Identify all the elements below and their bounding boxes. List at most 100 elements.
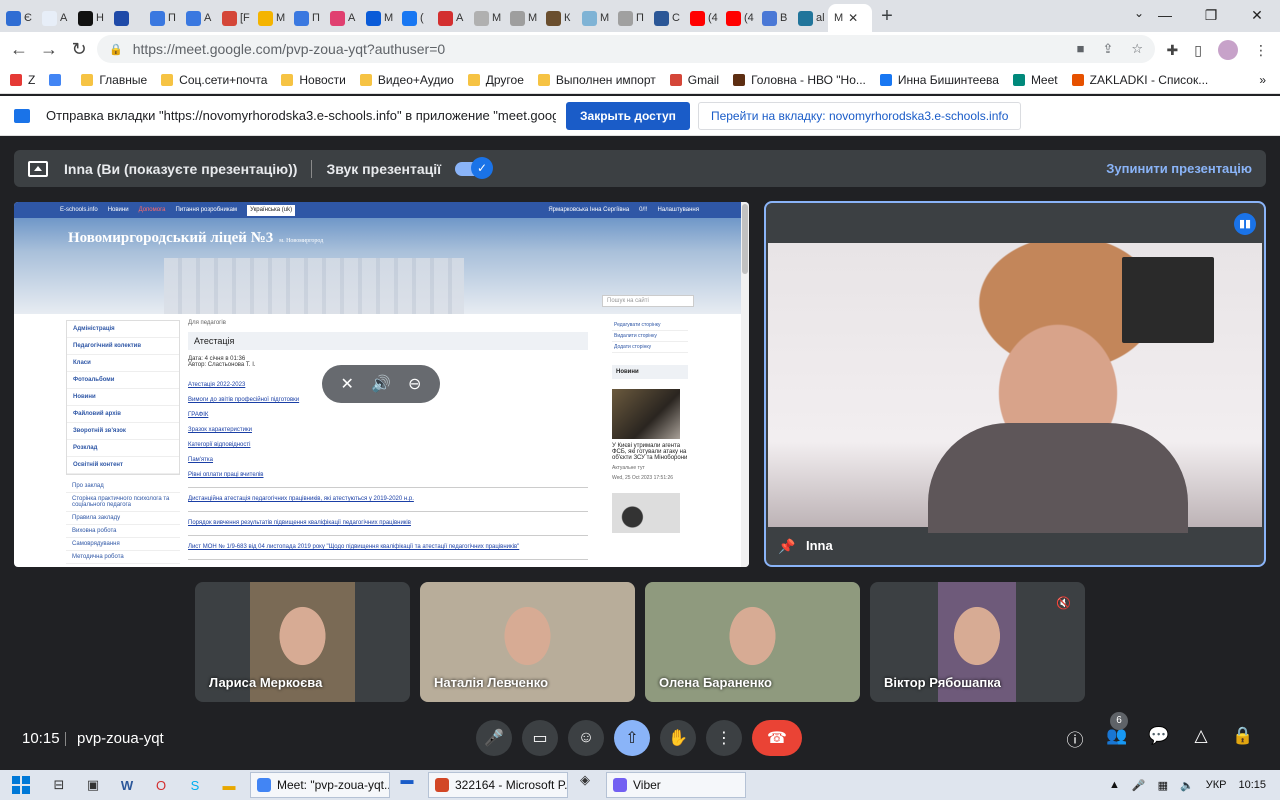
- browser-tab[interactable]: С: [648, 4, 684, 32]
- browser-tab[interactable]: (: [396, 4, 432, 32]
- site-document-link[interactable]: Зразок характеристики: [188, 427, 588, 433]
- extensions-icon[interactable]: ✚: [1167, 42, 1179, 59]
- present-button[interactable]: ⇧: [614, 720, 650, 756]
- reload-icon[interactable]: ↻: [64, 39, 94, 60]
- browser-tab[interactable]: П: [612, 4, 648, 32]
- bookmark-item[interactable]: Meet: [1012, 73, 1058, 87]
- pinned-app-icon[interactable]: ▬: [390, 772, 424, 798]
- browser-tab[interactable]: [108, 4, 144, 32]
- taskbar-app[interactable]: 322164 - Microsoft P...: [428, 772, 568, 798]
- news-image[interactable]: [612, 389, 680, 439]
- address-bar[interactable]: 🔒 https://meet.google.com/pvp-zoua-yqt?a…: [97, 35, 1155, 63]
- task-view-icon[interactable]: ⊟: [42, 777, 76, 793]
- language-indicator[interactable]: УКР: [1206, 779, 1227, 791]
- site-unread[interactable]: 0/!!: [639, 207, 647, 213]
- camera-button[interactable]: ▭: [522, 720, 558, 756]
- browser-tab[interactable]: [F: [216, 4, 252, 32]
- site-search-input[interactable]: Пошук на сайті: [602, 295, 694, 307]
- network-icon[interactable]: ▦: [1158, 779, 1168, 792]
- site-admin-link[interactable]: Додати сторінку: [612, 342, 688, 353]
- site-menu-item[interactable]: Виховна робота: [66, 525, 180, 538]
- bookmark-item[interactable]: Новости: [281, 73, 346, 87]
- site-brand[interactable]: E-schools.info: [60, 207, 98, 213]
- meeting-details-button[interactable]: ⓘ: [1064, 726, 1086, 750]
- browser-tab[interactable]: al: [792, 4, 828, 32]
- browser-tab[interactable]: М: [468, 4, 504, 32]
- breadcrumb[interactable]: Для педагогів: [188, 320, 588, 326]
- switch-tab-button[interactable]: Перейти на вкладку: novomyrhorodska3.e-s…: [697, 101, 1022, 130]
- activities-button[interactable]: △: [1190, 726, 1212, 748]
- reactions-button[interactable]: ☺: [568, 720, 604, 756]
- back-icon[interactable]: ←: [4, 39, 34, 60]
- browser-tab[interactable]: А: [36, 4, 72, 32]
- opera-icon[interactable]: O: [144, 778, 178, 793]
- bookmark-item[interactable]: Главные: [81, 73, 147, 87]
- stop-presenting-button[interactable]: Зупинити презентацію: [1106, 161, 1252, 176]
- side-panel-icon[interactable]: ▯: [1194, 42, 1202, 59]
- people-button[interactable]: 6 👥: [1106, 712, 1128, 748]
- camera-icon[interactable]: ■: [1077, 41, 1085, 57]
- site-document-link[interactable]: Дистанційна атестація педагогічних праці…: [188, 496, 588, 502]
- participant-tile[interactable]: Наталія Левченко: [420, 582, 635, 702]
- more-options-button[interactable]: ⋮: [706, 720, 742, 756]
- browser-tab[interactable]: П: [288, 4, 324, 32]
- browser-tab[interactable]: М: [360, 4, 396, 32]
- participant-tile[interactable]: Олена Бараненко: [645, 582, 860, 702]
- pin-off-icon[interactable]: ✕: [341, 374, 354, 394]
- browser-tab[interactable]: К: [540, 4, 576, 32]
- taskbar-app[interactable]: Meet: "pvp-zoua-yqt...: [250, 772, 390, 798]
- pinned-participant-tile[interactable]: ▮▮ 📌 Inna: [764, 201, 1266, 567]
- new-tab-button[interactable]: +: [872, 5, 902, 28]
- site-document-link[interactable]: ГРАФІК: [188, 412, 588, 418]
- forward-icon[interactable]: →: [34, 39, 64, 60]
- pinned-app-icon[interactable]: ▣: [76, 777, 110, 793]
- bookmark-item[interactable]: Головна - НВО "Но...: [733, 73, 866, 87]
- close-window-icon[interactable]: ✕: [1234, 7, 1280, 24]
- minimize-icon[interactable]: —: [1142, 7, 1188, 23]
- bookmark-star-icon[interactable]: ☆: [1131, 41, 1143, 57]
- site-link-news[interactable]: Новини: [108, 207, 129, 213]
- site-menu-item[interactable]: Про заклад: [66, 480, 180, 493]
- tab-active-meet[interactable]: М ✕: [828, 4, 872, 32]
- bookmark-item[interactable]: Выполнен импорт: [537, 73, 656, 87]
- site-user[interactable]: Ярмарковська Інна Сергіївна: [548, 207, 629, 213]
- bookmark-item[interactable]: Другое: [467, 73, 524, 87]
- start-button[interactable]: [0, 770, 42, 800]
- site-menu-item[interactable]: Самоврядування: [66, 538, 180, 551]
- site-document-link[interactable]: Лист МОН № 1/9-683 від 04 листопада 2019…: [188, 544, 588, 550]
- tray-expand-icon[interactable]: ▲: [1109, 779, 1120, 791]
- scrollbar-thumb[interactable]: [742, 204, 748, 274]
- site-menu-item[interactable]: Новини: [67, 389, 179, 406]
- site-menu-item[interactable]: Розклад: [67, 440, 179, 457]
- microphone-button[interactable]: 🎤: [476, 720, 512, 756]
- site-menu-item[interactable]: Фотоальбоми: [67, 372, 179, 389]
- browser-tab[interactable]: М: [504, 4, 540, 32]
- browser-tab[interactable]: (4: [720, 4, 756, 32]
- presentation-audio-toggle[interactable]: ✓: [455, 156, 494, 179]
- site-menu-item[interactable]: Сторінка практичного психолога та соціал…: [66, 493, 180, 512]
- browser-tab[interactable]: А: [324, 4, 360, 32]
- site-link-dev[interactable]: Питання розробникам: [175, 207, 237, 213]
- site-menu-item[interactable]: Файловий архів: [67, 406, 179, 423]
- browser-tab[interactable]: А: [180, 4, 216, 32]
- volume-icon[interactable]: 🔊: [371, 374, 391, 394]
- site-document-link[interactable]: Рівні оплати праці вчителів: [188, 472, 588, 478]
- shared-scrollbar[interactable]: [741, 202, 749, 567]
- bookmark-item[interactable]: Gmail: [669, 73, 719, 87]
- site-menu-item[interactable]: Зворотній зв'язок: [67, 423, 179, 440]
- raise-hand-button[interactable]: ✋: [660, 720, 696, 756]
- site-language-select[interactable]: Українська (uk): [247, 204, 296, 216]
- taskbar-clock[interactable]: 10:15: [1238, 779, 1266, 791]
- site-admin-link[interactable]: Видалити сторінку: [612, 331, 688, 342]
- profile-avatar[interactable]: [1218, 40, 1238, 60]
- site-menu-item[interactable]: Адміністрація: [67, 321, 179, 338]
- bookmark-item[interactable]: Z: [10, 73, 35, 87]
- pinned-app-icon[interactable]: ◈: [568, 772, 602, 798]
- mic-tray-icon[interactable]: 🎤: [1132, 779, 1146, 792]
- remove-icon[interactable]: ⊖: [408, 374, 421, 394]
- bookmark-item[interactable]: Инна Бишинтеева: [879, 73, 999, 87]
- participant-tile[interactable]: Лариса Меркоєва: [195, 582, 410, 702]
- site-settings[interactable]: Налаштування: [658, 207, 699, 213]
- site-document-link[interactable]: Категорії відповідності: [188, 442, 588, 448]
- volume-tray-icon[interactable]: 🔈: [1180, 779, 1194, 792]
